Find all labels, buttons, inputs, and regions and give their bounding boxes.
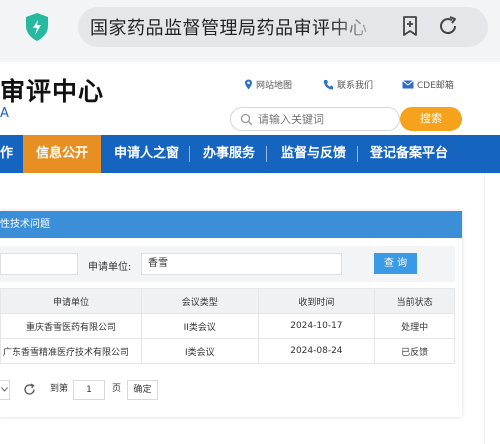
location-pin-icon — [245, 79, 252, 90]
applicant-label: 申请单位: — [88, 262, 132, 273]
page-unit-label: 页 — [112, 384, 122, 394]
page-edge-divider — [484, 173, 485, 444]
reload-icon[interactable] — [436, 14, 460, 38]
address-bar-fade — [330, 10, 382, 42]
site-map-link[interactable]: 网站地图 — [244, 78, 292, 91]
search-button[interactable]: 搜索 — [400, 107, 462, 131]
cell-applicant: 重庆香雪医药有限公司 — [0, 313, 142, 339]
site-subtitle: A — [0, 106, 9, 121]
page-size-select[interactable] — [0, 380, 10, 400]
search-icon — [240, 113, 253, 126]
nav-divider — [266, 146, 267, 162]
column-header-meeting-type[interactable]: 会议类型 — [140, 288, 259, 314]
cell-meeting-type: I类会议 — [140, 338, 259, 364]
site-map-label: 网站地图 — [256, 81, 293, 91]
cde-mail-link[interactable]: CDE邮箱 — [402, 78, 454, 91]
cell-meeting-type: II类会议 — [140, 313, 259, 339]
phone-icon — [323, 80, 333, 90]
results-table: 申请单位 会议类型 收到时间 当前状态 重庆香雪医药有限公司 II类会议 202… — [0, 288, 455, 364]
first-filter-field[interactable] — [0, 253, 78, 275]
contact-us-label: 联系我们 — [337, 81, 374, 91]
nav-item-applicant-window[interactable]: 申请人之窗 — [114, 135, 179, 173]
page-number-input[interactable]: 1 — [73, 380, 105, 400]
nav-item-registration-platform[interactable]: 登记备案平台 — [370, 135, 448, 173]
chevron-down-icon — [1, 387, 8, 392]
column-header-status[interactable]: 当前状态 — [374, 288, 455, 314]
nav-divider — [189, 146, 190, 162]
nav-item-info-disclosure[interactable]: 信息公开 — [23, 135, 102, 173]
nav-item-services[interactable]: 办事服务 — [203, 135, 255, 173]
site-title: 审评中心 — [0, 77, 105, 106]
cell-applicant: 广东香雪精准医疗技术有限公司 — [0, 338, 142, 364]
nav-item-work[interactable]: 作 — [0, 135, 13, 173]
mail-icon — [402, 80, 414, 89]
contact-us-link[interactable]: 联系我们 — [323, 78, 373, 91]
nav-divider — [357, 146, 358, 162]
add-bookmark-icon[interactable] — [398, 14, 422, 38]
security-shield-icon[interactable] — [24, 12, 50, 42]
table-row[interactable]: 广东香雪精准医疗技术有限公司 I类会议 2024-08-24 已反馈 — [0, 338, 455, 364]
cell-received-time: 2024-10-17 — [257, 313, 376, 339]
cell-received-time: 2024-08-24 — [257, 338, 376, 364]
cde-mail-label: CDE邮箱 — [417, 81, 454, 91]
goto-label: 到第 — [50, 384, 69, 394]
keyword-search[interactable] — [230, 107, 400, 131]
cell-status: 处理中 — [374, 313, 455, 339]
applicant-field[interactable]: 香雪 — [141, 253, 342, 275]
query-button[interactable]: 查 询 — [374, 253, 417, 274]
column-header-applicant[interactable]: 申请单位 — [0, 288, 142, 314]
cell-status: 已反馈 — [374, 338, 455, 364]
table-header-row: 申请单位 会议类型 收到时间 当前状态 — [0, 288, 455, 314]
table-row[interactable]: 重庆香雪医药有限公司 II类会议 2024-10-17 处理中 — [0, 313, 455, 339]
panel-title: 性技术问题 — [0, 211, 462, 238]
main-nav: 作 信息公开 申请人之窗 办事服务 监督与反馈 登记备案平台 — [0, 135, 500, 173]
confirm-page-button[interactable]: 确定 — [127, 380, 158, 400]
nav-item-supervision-feedback[interactable]: 监督与反馈 — [281, 135, 346, 173]
refresh-icon[interactable] — [23, 383, 36, 396]
keyword-search-input[interactable] — [258, 111, 393, 127]
column-header-received-time[interactable]: 收到时间 — [257, 288, 376, 314]
